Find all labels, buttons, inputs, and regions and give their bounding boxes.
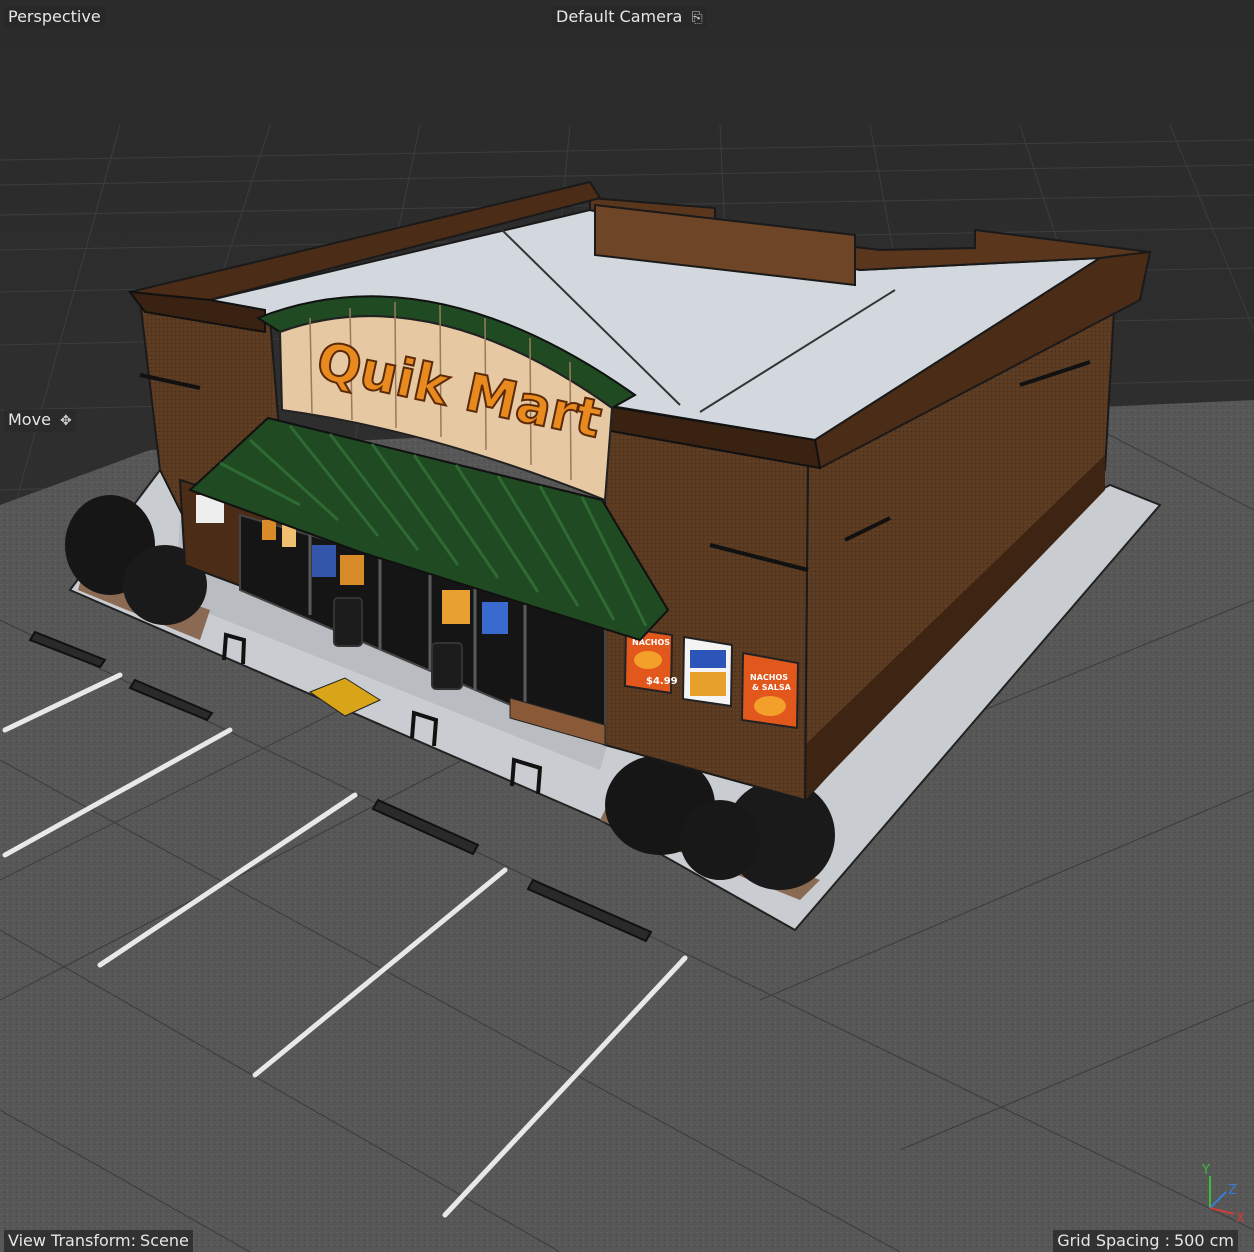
move-arrows-icon: ✥ [60,413,72,429]
poster-3: NACHOS & SALSA [740,651,800,730]
axis-z-label: Z [1228,1183,1237,1198]
axis-y-label: Y [1201,1163,1210,1178]
view-transform-readout: View Transform: Scene [4,1230,193,1252]
camera-selector[interactable]: Default Camera ⎘ [552,6,707,29]
active-tool-indicator: Move ✥ [4,409,76,432]
camera-label: Default Camera [556,7,683,26]
active-tool-label: Move [8,410,51,429]
camera-link-icon[interactable]: ⎘ [691,8,702,28]
poster-3-line2: & SALSA [752,683,792,692]
view-projection-label: Perspective [8,7,101,26]
poster-3-line1: NACHOS [750,673,788,682]
grid-spacing-value: 500 cm [1173,1231,1234,1250]
view-transform-prefix: View Transform: [8,1231,137,1250]
grid-spacing-readout: Grid Spacing :500 cm [1053,1230,1238,1252]
poster-1-price: $4.99 [646,676,678,687]
poster-2 [681,635,734,708]
axis-x-label: X [1236,1211,1245,1226]
grid-spacing-prefix: Grid Spacing : [1057,1231,1170,1250]
view-projection-menu[interactable]: Perspective [4,6,105,28]
3d-viewport[interactable]: NACHOS $4.99 NACHOS & SALSA Quik Mart Y … [0,0,1254,1252]
viewport-scene[interactable]: NACHOS $4.99 NACHOS & SALSA Quik Mart Y … [0,0,1254,1252]
view-transform-value: Scene [140,1231,189,1250]
